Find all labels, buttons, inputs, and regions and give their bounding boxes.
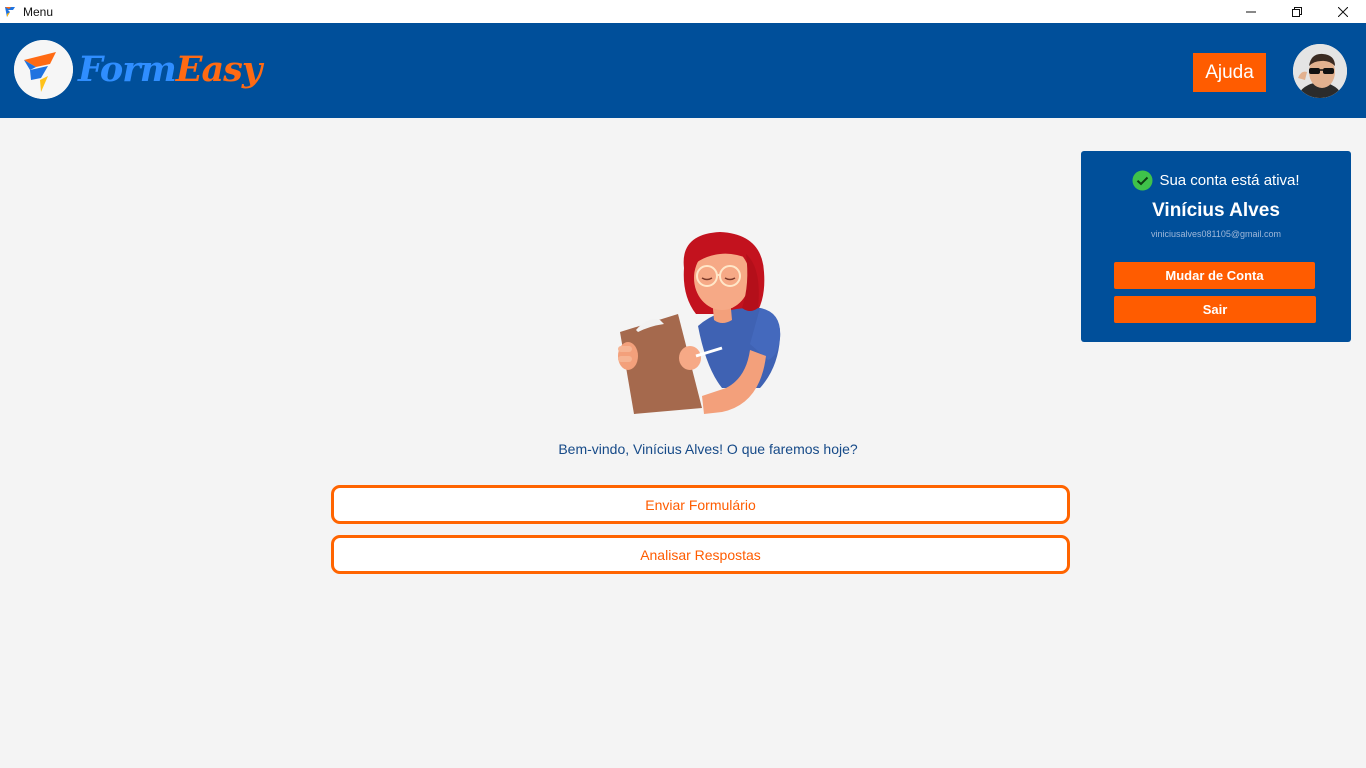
illustration-woman-clipboard: [610, 228, 786, 420]
logo-text-form: Form: [78, 49, 177, 90]
app-header: FormEasy Ajuda: [0, 23, 1366, 118]
window-title: Menu: [23, 4, 54, 19]
logo-icon: [14, 40, 73, 99]
account-status: Sua conta está ativa!: [1081, 169, 1351, 191]
window-titlebar: Menu: [0, 0, 1366, 24]
logout-button[interactable]: Sair: [1114, 296, 1316, 323]
logo-text-easy: Easy: [175, 49, 262, 90]
help-button[interactable]: Ajuda: [1193, 53, 1266, 92]
check-circle-icon: [1132, 170, 1153, 191]
close-icon[interactable]: [1320, 0, 1366, 23]
switch-account-button[interactable]: Mudar de Conta: [1114, 262, 1315, 289]
send-form-button[interactable]: Enviar Formulário: [331, 485, 1070, 524]
app-icon: [4, 6, 16, 18]
minimize-icon[interactable]: [1228, 0, 1274, 23]
logo-wordmark: FormEasy: [78, 47, 262, 93]
welcome-message: Bem-vindo, Vinícius Alves! O que faremos…: [558, 441, 858, 457]
restore-icon[interactable]: [1274, 0, 1320, 23]
analyze-responses-button[interactable]: Analisar Respostas: [331, 535, 1070, 574]
window-controls: [1228, 0, 1366, 23]
user-avatar[interactable]: [1293, 44, 1347, 98]
account-name: Vinícius Alves: [1152, 200, 1280, 221]
account-email: viniciusalves081105@gmail.com: [1150, 229, 1282, 239]
account-status-text: Sua conta está ativa!: [1159, 171, 1300, 189]
account-card: Sua conta está ativa! Vinícius Alves vin…: [1081, 151, 1351, 342]
